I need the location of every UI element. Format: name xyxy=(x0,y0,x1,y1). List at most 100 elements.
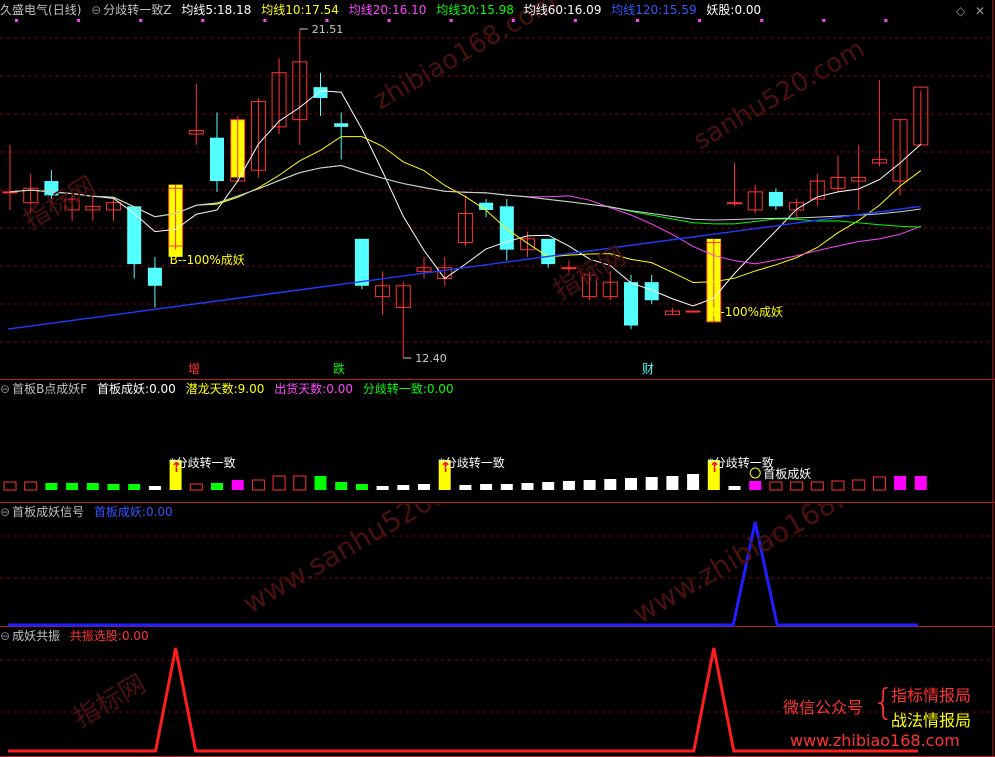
signal-box-green xyxy=(128,484,141,490)
pane2-a-label: 首板成妖: xyxy=(97,382,150,396)
signal-box-green xyxy=(86,483,99,490)
pane2-c-label: 出货天数: xyxy=(274,382,327,396)
signal-box-green xyxy=(45,483,58,490)
candle-body-up xyxy=(2,191,18,194)
promo-line2: 战法情报局 xyxy=(891,711,972,730)
candle-body-up xyxy=(727,202,742,205)
candle-body-down xyxy=(624,282,638,326)
indicator-name: 分歧转一致Z xyxy=(103,3,172,17)
promo-wechat: 微信公众号 xyxy=(783,698,864,717)
candle-body-down xyxy=(479,202,494,210)
ma120-line xyxy=(7,205,921,330)
candle-body-up xyxy=(685,310,701,313)
yao-signal-pane[interactable]: ↑ ↑ ↑ *分歧转一致 *分歧转一致 *分歧转一致 首板成妖 ⊖ 首板B点成妖F 首板成妖:… xyxy=(0,381,995,503)
signal-box-white xyxy=(666,476,679,490)
top-dot xyxy=(822,19,826,22)
pane2-name: 首板B点成妖F xyxy=(12,382,88,396)
signal-box-white xyxy=(687,474,700,490)
signal-box-red xyxy=(769,481,783,491)
ma5-value: 18.18 xyxy=(217,3,252,17)
ma20-label: 均线20: xyxy=(348,3,393,17)
signal-box-red xyxy=(24,481,38,491)
signal-box-magenta xyxy=(231,480,244,490)
signal-box-green xyxy=(355,484,368,490)
ma120-value: 15.59 xyxy=(662,3,697,17)
ind-dot: ⊖ xyxy=(91,3,102,17)
price-header: 久盛电气(日线) ⊖ 分歧转一致Z 均线5:18.18 均线10:17.54 均线… xyxy=(0,0,767,20)
signal-box-red xyxy=(293,475,307,491)
marker-zeng: 增 xyxy=(188,362,200,376)
candle-body-down xyxy=(210,137,224,182)
candle-body-down xyxy=(541,238,556,265)
pane4-a-value: 0.00 xyxy=(121,629,149,643)
pane3-dot: ⊖ xyxy=(0,505,11,519)
ma10-label: 均线10: xyxy=(261,3,305,17)
pane3-header: ⊖ 首板成妖信号 首板成妖:0.00 xyxy=(0,502,179,522)
promo-url: www.zhibiao168.com xyxy=(790,731,960,750)
candle-body-down xyxy=(354,238,369,286)
shouban-label: 首板成妖 xyxy=(763,467,811,481)
signal-box-red xyxy=(3,481,17,491)
price-chart[interactable]: 21.5112.40B--100%成妖B--100%成妖增跌财指标网zhibia… xyxy=(0,0,995,380)
signal-box-red xyxy=(189,483,203,491)
signal-label-1: B--100%成妖 xyxy=(170,253,245,267)
signal-box-red xyxy=(810,481,824,491)
pane2-dot: ⊖ xyxy=(0,382,11,396)
ma5-label: 均线5: xyxy=(181,3,218,17)
first-board-signal-pane[interactable]: www.sanhu520.com www.zhibiao168.com ⊖ 首板成妖… xyxy=(0,504,995,627)
signal-box-magenta xyxy=(914,476,927,490)
ma60-value: 16.09 xyxy=(567,3,602,17)
signal-box-white xyxy=(500,484,513,490)
ma30-label: 均线30: xyxy=(436,3,480,17)
signal-box-green xyxy=(314,476,327,490)
candle-body-down xyxy=(147,267,162,286)
fenqi-label-2: *分歧转一致 xyxy=(439,455,505,470)
signal-box-red xyxy=(790,481,804,491)
pane2-d-value: 0.00 xyxy=(426,382,454,396)
period-label: (日线) xyxy=(48,3,82,17)
watermark: www.sanhu520.com xyxy=(237,504,498,620)
watermark: 指标网 xyxy=(69,669,152,734)
diamond-icon[interactable]: ◇ xyxy=(956,4,965,18)
signal-box-red xyxy=(251,479,265,491)
signal-box-white xyxy=(376,486,389,490)
resonance-pane[interactable]: 指标网 ⊖ 成妖共振 共振选股:0.00 微信公众号 { 指标情报局 战法情报局 … xyxy=(0,628,995,757)
signal-box-magenta xyxy=(749,481,762,490)
high-label: 21.51 xyxy=(312,23,344,36)
pane4-name: 成妖共振 xyxy=(12,629,61,643)
pane3-a-label: 首板成妖: xyxy=(93,505,146,519)
candle-body-down xyxy=(127,206,142,265)
signal-box-white xyxy=(459,485,472,490)
watermark: sanhu520.com xyxy=(689,34,871,156)
close-icon[interactable]: ✕ xyxy=(975,4,985,18)
signal-box-white xyxy=(480,484,493,490)
first-board-chart[interactable]: www.sanhu520.com www.zhibiao168.com xyxy=(0,504,995,627)
signal-box-green xyxy=(211,483,223,490)
signal-box-white xyxy=(583,480,596,490)
pane3-name: 首板成妖信号 xyxy=(12,505,85,519)
signal-box-white xyxy=(418,484,430,490)
signal-box-magenta xyxy=(894,476,907,490)
signal-box-white xyxy=(728,486,741,490)
signal-box-white xyxy=(645,477,658,490)
fenqi-label-1: *分歧转一致 xyxy=(170,455,236,470)
pane3-a-value: 0.00 xyxy=(145,505,173,519)
candle-body-down xyxy=(334,123,349,127)
yao-label: 妖股: xyxy=(706,3,735,17)
signal-box-white xyxy=(397,485,410,490)
pane2-d-label: 分歧转一致: xyxy=(362,382,427,396)
ma60-label: 均线60: xyxy=(523,3,568,17)
marker-cai: 财 xyxy=(642,362,654,376)
signal-box-green xyxy=(335,482,348,490)
pane2-b-value: 9.00 xyxy=(237,382,265,396)
signal-box-white xyxy=(148,486,161,490)
pane2-b-label: 潜龙天数: xyxy=(185,382,238,396)
pane4-a-label: 共振选股: xyxy=(69,629,122,643)
candle-body-down xyxy=(644,282,659,301)
signal-chart[interactable]: ↑ ↑ ↑*分歧转一致 *分歧转一致 *分歧转一致首板成妖 xyxy=(0,381,995,503)
signal-box-red xyxy=(272,475,286,491)
price-pane[interactable]: 21.51 12.40 B--100%成妖 B--100%成妖增跌财指标网 zhibia… xyxy=(0,0,995,380)
ma30-value: 15.98 xyxy=(479,3,514,17)
pane2-a-value: 0.00 xyxy=(149,382,176,396)
stock-name: 久盛电气 xyxy=(0,3,49,17)
